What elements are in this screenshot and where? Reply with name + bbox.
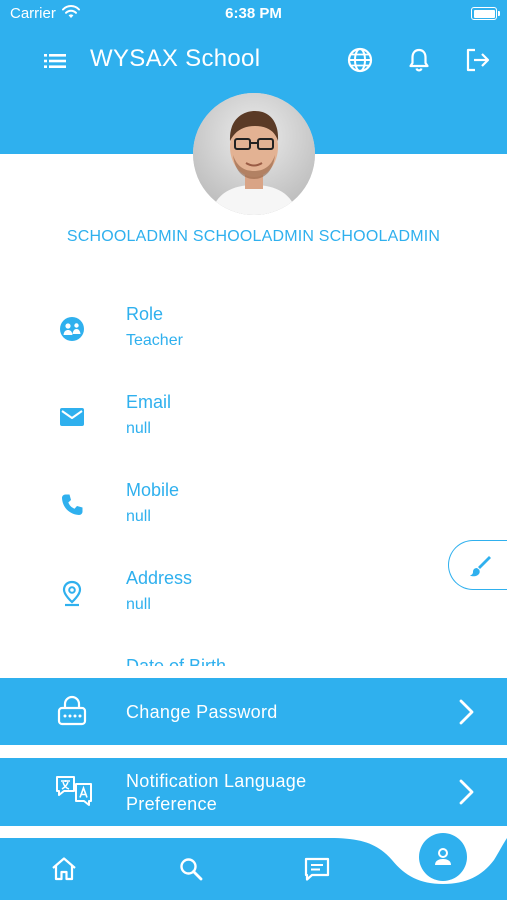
notification-language-label-line2: Preference [126,794,218,814]
chevron-right-icon [455,778,479,806]
bell-icon[interactable] [404,45,434,75]
app-title: WYSAX School [90,45,261,72]
info-item-date-of-birth: Date of Birth [0,642,507,666]
info-value-address: null [126,596,151,613]
brush-icon [470,556,491,577]
info-item-mobile: Mobile null [0,466,507,546]
info-label-address: Address [126,568,193,588]
globe-icon[interactable] [345,45,375,75]
info-label-date-of-birth: Date of Birth [126,656,227,666]
search-icon[interactable] [176,854,206,884]
role-icon [57,314,87,344]
chevron-right-icon [455,698,479,726]
notification-language-row[interactable]: Notification Language Preference [0,758,507,826]
info-item-address: Address null [0,554,507,634]
home-icon[interactable] [49,854,79,884]
notification-language-label: Notification Language Preference [126,770,306,816]
status-time: 6:38 PM [225,5,282,22]
info-label-role: Role [126,304,164,324]
change-password-row[interactable]: Change Password [0,678,507,745]
phone-icon [57,490,87,520]
translate-icon [54,774,92,810]
change-password-label: Change Password [126,702,278,722]
battery-icon [471,7,500,20]
lock-keypad-icon [54,693,90,729]
info-value-mobile: null [126,508,151,525]
notification-language-label-line1: Notification Language [126,771,307,791]
info-value-email: null [126,420,151,437]
info-item-email: Email null [0,378,507,458]
logout-icon[interactable] [462,45,492,75]
profile-name: SCHOOLADMIN SCHOOLADMIN SCHOOLADMIN [66,228,441,245]
location-pin-icon [57,578,87,608]
profile-tab-button[interactable] [419,833,467,881]
profile-info-list[interactable]: Role Teacher Email null Mobile null Addr… [0,290,507,666]
status-bar: Carrier 6:38 PM [0,0,507,28]
profile-avatar [193,93,315,215]
menu-list-icon[interactable] [42,48,70,74]
person-icon [435,848,451,865]
chat-icon[interactable] [302,854,332,884]
info-label-mobile: Mobile [126,480,180,500]
info-item-role: Role Teacher [0,290,507,370]
edit-profile-button[interactable] [448,540,507,590]
info-label-email: Email [126,392,172,412]
email-icon [57,402,87,432]
info-value-role: Teacher [126,332,183,349]
